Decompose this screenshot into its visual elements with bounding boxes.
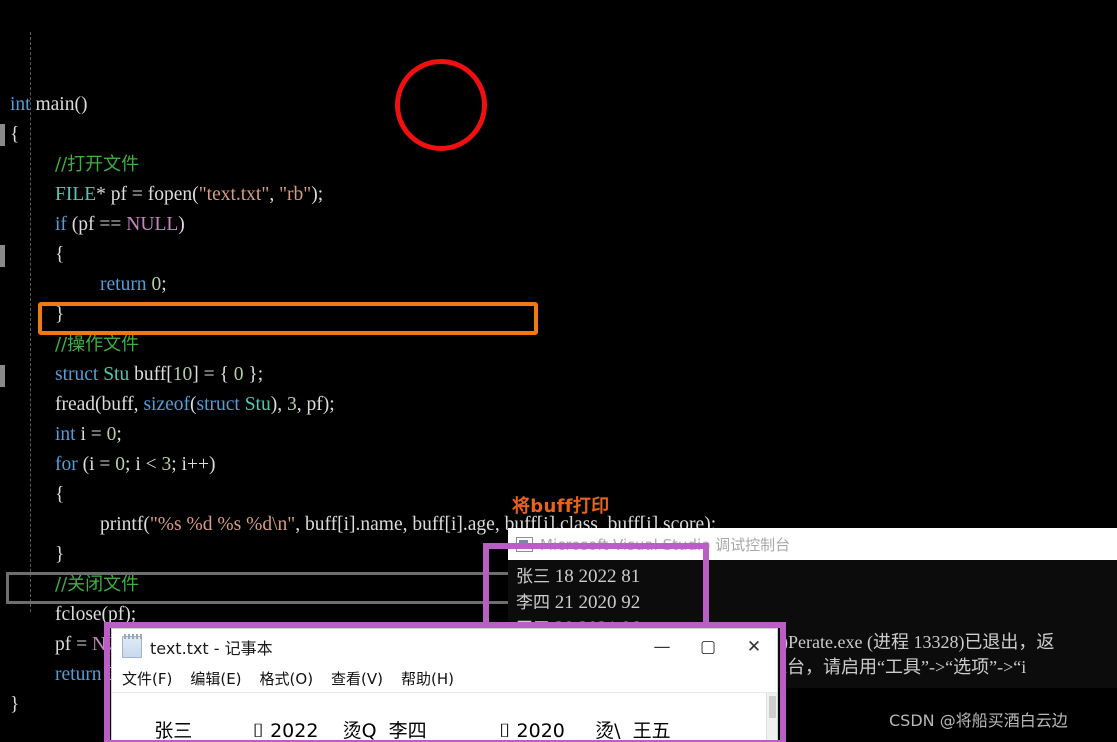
code-token: //打开文件	[55, 154, 140, 175]
buff-print-annotation: 将buff打印	[512, 496, 610, 517]
code-token: }	[55, 304, 65, 325]
code-token: int	[10, 94, 31, 115]
code-token: ),	[270, 394, 287, 415]
code-line[interactable]: struct Stu buff[10] = { 0 };	[0, 360, 1117, 390]
code-token: "text.txt"	[198, 184, 270, 205]
code-token: fread(buff,	[55, 394, 144, 415]
code-line[interactable]: FILE* pf = fopen("text.txt", "rb");	[0, 180, 1117, 210]
code-line[interactable]: {	[0, 120, 1117, 150]
code-line[interactable]: //操作文件	[0, 330, 1117, 360]
code-line[interactable]: for (i = 0; i < 3; i++)	[0, 450, 1117, 480]
code-token: int	[55, 424, 76, 445]
code-token: , pf);	[296, 394, 335, 415]
code-line[interactable]: int i = 0;	[0, 420, 1117, 450]
code-token: Stu	[103, 364, 130, 385]
gutter-change-bar	[0, 124, 5, 146]
code-token: ; i <	[125, 454, 162, 475]
notepad-menu-item-2[interactable]: 格式(O)	[260, 668, 314, 689]
notepad-menu-item-0[interactable]: 文件(F)	[122, 668, 172, 689]
code-token: (pf ==	[66, 214, 127, 235]
notepad-window[interactable]: text.txt - 记事本 — ▢ ✕ 文件(F) 编辑(E) 格式(O) 查看(V…	[111, 628, 778, 742]
code-line[interactable]: fread(buff, sizeof(struct Stu), 3, pf);	[0, 390, 1117, 420]
code-token: ] = {	[192, 364, 234, 385]
gutter-change-bar	[0, 365, 5, 387]
code-line[interactable]: int main()	[0, 90, 1117, 120]
console-tail-line: )Perate.exe (进程 13328)已退出，返	[782, 632, 1055, 652]
notepad-titlebar[interactable]: text.txt - 记事本 — ▢ ✕	[112, 629, 777, 665]
code-token: 0	[151, 274, 162, 295]
code-token: printf(	[100, 514, 150, 535]
code-token: ; i++)	[171, 454, 216, 475]
maximize-button[interactable]: ▢	[685, 629, 731, 665]
screenshot-root: int main() { //打开文件 FILE* pf = fopen("text.…	[0, 0, 1117, 742]
code-token: 0	[115, 454, 126, 475]
code-line[interactable]: if (pf == NULL)	[0, 210, 1117, 240]
code-token: if	[55, 214, 67, 235]
console-title-text: Microsoft Visual Studio 调试控制台	[540, 535, 791, 554]
notepad-file-content: 张三 ⌷ 2022 烫Q 李四 ⌷ 2020 烫\ 王五 ⌷ 2021 烫V	[154, 720, 671, 742]
notepad-text-area[interactable]: 张三 ⌷ 2022 烫Q 李四 ⌷ 2020 烫\ 王五 ⌷ 2021 烫V	[112, 693, 777, 742]
code-token: {	[55, 244, 65, 265]
code-token: Stu	[244, 394, 271, 415]
console-titlebar[interactable]: Microsoft Visual Studio 调试控制台	[508, 528, 1117, 560]
code-token: {	[10, 124, 20, 145]
code-token: //操作文件	[55, 334, 140, 355]
csdn-watermark: CSDN @将船买酒白云边	[889, 711, 1068, 730]
code-token: 0	[233, 364, 244, 385]
code-token: i =	[75, 424, 107, 445]
close-button[interactable]: ✕	[731, 629, 777, 665]
code-token: return	[55, 664, 102, 685]
code-line[interactable]: }	[0, 300, 1117, 330]
code-token: ,	[269, 184, 280, 205]
notepad-menu-item-4[interactable]: 帮助(H)	[401, 668, 454, 689]
code-token: };	[243, 364, 264, 385]
code-token: NULL	[126, 214, 179, 235]
code-token: return	[100, 274, 147, 295]
code-token: struct	[196, 394, 240, 415]
code-token: //关闭文件	[55, 574, 140, 595]
console-output-line: 张三 18 2022 81	[516, 566, 641, 587]
notepad-title-text: text.txt - 记事本	[150, 639, 273, 658]
code-token: )	[178, 214, 185, 235]
notepad-scrollbar[interactable]	[766, 693, 777, 742]
code-token: 3	[161, 454, 172, 475]
notepad-menubar[interactable]: 文件(F) 编辑(E) 格式(O) 查看(V) 帮助(H)	[112, 665, 777, 693]
code-token: 10	[172, 364, 193, 385]
code-token: (i =	[77, 454, 116, 475]
code-token: );	[311, 184, 324, 205]
code-token: FILE	[55, 184, 97, 205]
code-token: 0	[106, 424, 117, 445]
code-token: fclose(pf);	[55, 604, 137, 625]
notepad-icon	[122, 634, 142, 658]
code-token: struct	[55, 364, 99, 385]
code-line[interactable]: //打开文件	[0, 150, 1117, 180]
code-token: "rb"	[279, 184, 312, 205]
minimize-button[interactable]: —	[639, 629, 685, 665]
notepad-menu-item-1[interactable]: 编辑(E)	[190, 668, 241, 689]
code-token: pf =	[55, 634, 92, 655]
visual-studio-icon	[516, 536, 533, 552]
code-token: sizeof	[143, 394, 190, 415]
console-tail-line: l台，请启用“工具”->“选项”->“i	[782, 657, 1027, 677]
notepad-window-controls[interactable]: — ▢ ✕	[639, 629, 777, 665]
code-token: buff[	[129, 364, 173, 385]
code-line[interactable]: return 0;	[0, 270, 1117, 300]
code-token: * pf = fopen(	[96, 184, 199, 205]
code-token: ;	[161, 274, 167, 295]
code-token: 3	[286, 394, 297, 415]
code-token: main()	[30, 94, 88, 115]
console-output-line: 李四 21 2020 92	[516, 592, 641, 613]
code-token: for	[55, 454, 78, 475]
code-token: ;	[116, 424, 122, 445]
notepad-menu-item-3[interactable]: 查看(V)	[331, 668, 383, 689]
code-line[interactable]: {	[0, 240, 1117, 270]
console-tail-text: )Perate.exe (进程 13328)已退出，返 l台，请启用“工具”->“…	[782, 630, 1117, 680]
code-token: }	[55, 544, 65, 565]
code-token: {	[55, 484, 65, 505]
code-token: }	[10, 694, 20, 715]
code-token: "%s %d %s %d\n"	[149, 514, 296, 535]
gutter-change-bar	[0, 245, 5, 267]
